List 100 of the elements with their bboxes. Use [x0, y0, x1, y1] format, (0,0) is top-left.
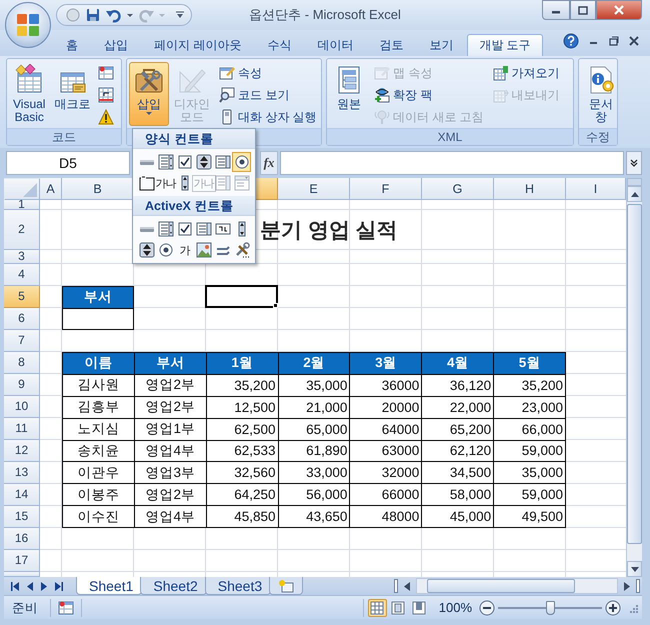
ribbon-button[interactable]: Visual Basic: [9, 62, 50, 126]
ribbon-button[interactable]: 속성: [215, 62, 321, 84]
column-header[interactable]: B: [62, 178, 134, 200]
ribbon-button[interactable]: 가져오기: [488, 62, 564, 84]
split-handle[interactable]: [636, 579, 640, 593]
row-header[interactable]: 14: [4, 484, 40, 506]
ribbon-tab[interactable]: 검토: [367, 34, 416, 56]
minimize-button[interactable]: [542, 0, 570, 20]
table-cell: 35,000: [494, 462, 566, 484]
insert-function-button[interactable]: fx: [260, 151, 278, 175]
row-header[interactable]: 7: [4, 330, 40, 352]
row-header[interactable]: 16: [4, 528, 40, 550]
split-handle[interactable]: [394, 579, 398, 593]
last-sheet-button[interactable]: [53, 580, 64, 592]
grid-arrow-icon: [98, 87, 114, 103]
row-header[interactable]: 12: [4, 440, 40, 462]
next-sheet-button[interactable]: [39, 580, 49, 592]
previous-sheet-button[interactable]: [25, 580, 35, 592]
table-cell: 20000: [350, 396, 422, 419]
ribbon-button[interactable]: 문서 창: [581, 62, 621, 126]
caret-icon[interactable]: [126, 12, 134, 18]
ribbon-button[interactable]: 삽입: [129, 62, 169, 126]
column-header[interactable]: E: [278, 178, 350, 200]
close-button[interactable]: [596, 0, 642, 20]
scroll-up-button[interactable]: [627, 186, 642, 202]
ribbon-tab[interactable]: 삽입: [92, 34, 140, 56]
column-header[interactable]: H: [494, 178, 566, 200]
formula-input[interactable]: [280, 151, 624, 175]
ribbon-button[interactable]: 확장 팩: [370, 84, 488, 106]
row-header[interactable]: 10: [4, 396, 40, 418]
row-header[interactable]: 9: [4, 374, 40, 396]
name-box[interactable]: D5: [6, 151, 130, 175]
list-box-icon: [214, 154, 230, 170]
sheet-tab[interactable]: Sheet3: [204, 577, 272, 595]
checkbox-icon: [176, 154, 192, 170]
warning-icon: [98, 109, 114, 125]
help-button[interactable]: [562, 32, 580, 50]
row-header[interactable]: 13: [4, 462, 40, 484]
table-cell: 영업1부: [134, 418, 207, 440]
sheet-tab[interactable]: Sheet1: [76, 577, 142, 595]
table-cell: 34,500: [422, 462, 494, 484]
view-button[interactable]: [368, 598, 387, 616]
control-tool-button[interactable]: 가나: [156, 173, 175, 193]
ribbon-tab[interactable]: 개발 도구: [467, 34, 543, 56]
ribbon-button[interactable]: 코드 보기: [215, 84, 321, 106]
table-cell[interactable]: [63, 308, 134, 330]
table-header: 부서: [134, 353, 207, 375]
table-cell: 62,120: [422, 440, 494, 462]
right-arrow-icon: [624, 582, 630, 590]
save-button[interactable]: [84, 6, 102, 24]
row-header[interactable]: 11: [4, 418, 40, 440]
customize-caret-icon[interactable]: [175, 11, 185, 19]
column-header[interactable]: A: [40, 178, 62, 200]
ribbon-tab[interactable]: 데이터: [305, 34, 366, 56]
plus-icon: [605, 600, 621, 616]
row-header[interactable]: 1: [4, 200, 40, 210]
ribbon-tab[interactable]: 페이지 레이아웃: [142, 34, 254, 56]
row-header[interactable]: 15: [4, 506, 40, 528]
ribbon-tab[interactable]: 수식: [255, 34, 304, 56]
scroll-down-button[interactable]: [627, 561, 642, 577]
zoom-in-button[interactable]: [604, 598, 622, 616]
zoom-out-button[interactable]: [478, 598, 496, 616]
spin-button-icon: [138, 242, 154, 258]
ribbon-tab[interactable]: 홈: [54, 34, 90, 56]
table-cell: 12,500: [206, 396, 279, 419]
row-header[interactable]: 5: [4, 286, 40, 308]
close-button[interactable]: [628, 35, 640, 47]
ribbon-tab[interactable]: 보기: [417, 34, 466, 56]
row-header[interactable]: 6: [4, 308, 40, 330]
row-header[interactable]: 3: [4, 250, 40, 264]
ribbon-button[interactable]: 원본: [329, 62, 369, 126]
table-cell: 35,000: [278, 374, 350, 397]
new-sheet-icon: [278, 578, 294, 592]
column-header[interactable]: G: [422, 178, 494, 200]
row-header[interactable]: 2: [4, 210, 40, 250]
control-tool-button[interactable]: [194, 152, 213, 172]
group-box-icon: [138, 175, 154, 191]
restore-button[interactable]: [608, 35, 620, 47]
office-button[interactable]: [5, 2, 51, 48]
scrollbar-thumb[interactable]: [427, 579, 575, 593]
row-header[interactable]: 4: [4, 264, 40, 286]
ribbon-button[interactable]: 매크로: [50, 62, 94, 126]
insert-sheet-button[interactable]: [269, 577, 304, 595]
slider-thumb[interactable]: [546, 600, 555, 614]
expand-button[interactable]: [626, 151, 642, 175]
zoom-level[interactable]: 100%: [432, 600, 478, 615]
control-tool-button[interactable]: [137, 240, 156, 260]
first-sheet-button[interactable]: [10, 580, 21, 592]
sheet-tab[interactable]: Sheet2: [140, 577, 207, 595]
properties-icon: [374, 65, 390, 81]
column-header[interactable]: I: [566, 178, 626, 200]
down-arrow-icon: [630, 566, 638, 572]
control-tool-button[interactable]: [232, 152, 251, 172]
column-header[interactable]: F: [350, 178, 422, 200]
control-tool-button[interactable]: 가: [175, 240, 194, 260]
maximize-button[interactable]: [570, 0, 596, 20]
row-header[interactable]: 17: [4, 550, 40, 572]
record-macro-button[interactable]: [57, 598, 75, 616]
row-header[interactable]: 8: [4, 352, 40, 374]
ribbon-button[interactable]: 대화 상자 실행: [215, 106, 321, 128]
